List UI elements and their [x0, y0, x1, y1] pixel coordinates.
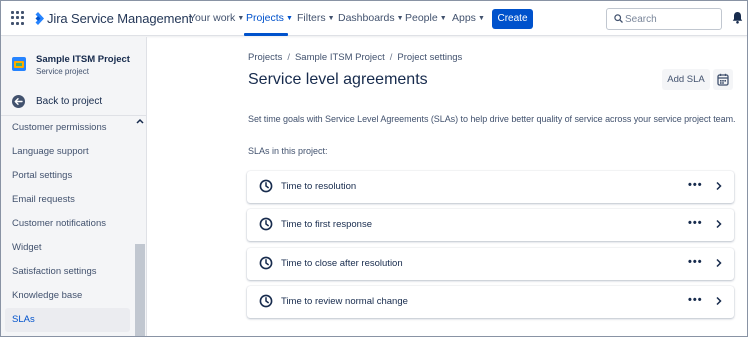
- sla-row-time-to-first-response[interactable]: Time to first response •••: [247, 209, 734, 241]
- breadcrumb-separator: /: [389, 52, 393, 63]
- nav-projects[interactable]: Projects ▼: [246, 12, 293, 24]
- scroll-up-chevron-icon[interactable]: [136, 118, 144, 124]
- sla-row-time-to-review-normal-change[interactable]: Time to review normal change •••: [247, 286, 734, 318]
- sidebar-item-language-support[interactable]: Language support: [5, 140, 130, 164]
- page-description: Set time goals with Service Level Agreem…: [248, 114, 736, 124]
- jira-logo-icon: [35, 12, 44, 25]
- clock-icon: [259, 179, 273, 193]
- sidebar-item-email-requests[interactable]: Email requests: [5, 188, 130, 212]
- search-input[interactable]: [625, 11, 717, 27]
- chevron-down-icon: ▼: [396, 15, 404, 22]
- sidebar-item-customer-notifications[interactable]: Customer notifications: [5, 212, 130, 236]
- more-actions-icon[interactable]: •••: [688, 180, 703, 191]
- main-content: Projects / Sample ITSM Project / Project set…: [148, 37, 747, 336]
- chevron-down-icon: ▼: [285, 15, 293, 22]
- nav-apps[interactable]: Apps ▼: [452, 12, 485, 24]
- sla-name: Time to first response: [281, 219, 372, 230]
- clock-icon: [259, 217, 273, 231]
- sla-name: Time to review normal change: [281, 296, 408, 307]
- product-logo[interactable]: Jira Service Management: [32, 10, 192, 28]
- nav-people[interactable]: People ▼: [405, 12, 447, 24]
- sidebar-item-slas[interactable]: SLAs: [5, 308, 130, 332]
- clock-icon: [259, 294, 273, 308]
- page-title: Service level agreements: [248, 71, 428, 88]
- sidebar-item-knowledge-base[interactable]: Knowledge base: [5, 284, 130, 308]
- breadcrumb-sample-itsm-project[interactable]: Sample ITSM Project: [295, 52, 385, 63]
- sidebar-item-portal-settings[interactable]: Portal settings: [5, 164, 130, 188]
- sidebar-item-satisfaction-settings[interactable]: Satisfaction settings: [5, 260, 130, 284]
- scrollbar-thumb[interactable]: [135, 244, 145, 336]
- chevron-right-icon[interactable]: [715, 296, 722, 306]
- more-actions-icon[interactable]: •••: [688, 218, 703, 229]
- arrow-left-icon: [12, 95, 25, 108]
- chevron-down-icon: ▼: [237, 15, 245, 22]
- search-box[interactable]: [606, 8, 722, 30]
- nav-your-work[interactable]: Your work ▼: [189, 12, 244, 24]
- sla-list-label: SLAs in this project:: [248, 146, 328, 156]
- active-nav-indicator: [244, 33, 288, 36]
- nav-filters[interactable]: Filters ▼: [297, 12, 335, 24]
- project-name: Sample ITSM Project: [36, 54, 130, 65]
- app-window: Jira Service Management Your work ▼ Proje…: [0, 0, 748, 337]
- top-navigation: Jira Service Management Your work ▼ Proje…: [1, 1, 747, 36]
- chevron-down-icon: ▼: [477, 15, 485, 22]
- breadcrumb-projects[interactable]: Projects: [248, 52, 282, 63]
- chevron-right-icon[interactable]: [715, 258, 722, 268]
- nav-dashboards[interactable]: Dashboards ▼: [338, 12, 404, 24]
- calendar-button[interactable]: [713, 69, 733, 90]
- back-to-project-label: Back to project: [36, 96, 103, 107]
- chevron-down-icon: ▼: [327, 15, 335, 22]
- breadcrumb-separator: /: [287, 52, 290, 63]
- chevron-right-icon[interactable]: [715, 181, 722, 191]
- sidebar-item-customer-permissions[interactable]: Customer permissions: [5, 116, 130, 140]
- search-icon: [614, 14, 623, 23]
- product-name: Jira Service Management: [47, 11, 193, 26]
- create-button[interactable]: Create: [492, 9, 533, 29]
- breadcrumb-project-settings[interactable]: Project settings: [397, 52, 462, 63]
- chevron-down-icon: ▼: [439, 15, 447, 22]
- add-sla-button[interactable]: Add SLA: [662, 69, 710, 90]
- more-actions-icon[interactable]: •••: [688, 257, 703, 268]
- sidebar-item-widget[interactable]: Widget: [5, 236, 130, 260]
- more-actions-icon[interactable]: •••: [688, 295, 703, 306]
- chevron-right-icon[interactable]: [715, 219, 722, 229]
- clock-icon: [259, 256, 273, 270]
- notifications-bell-icon[interactable]: [732, 11, 743, 29]
- sidebar-scrollbar[interactable]: [134, 116, 146, 336]
- calendar-icon: [717, 73, 729, 86]
- sla-row-time-to-close-after-resolution[interactable]: Time to close after resolution •••: [247, 248, 734, 280]
- breadcrumb: Projects / Sample ITSM Project / Project set…: [248, 52, 462, 63]
- sla-row-time-to-resolution[interactable]: Time to resolution •••: [247, 171, 734, 203]
- sla-name: Time to close after resolution: [281, 258, 403, 269]
- project-sidebar: Sample ITSM Project Service project Back…: [1, 37, 147, 336]
- sla-name: Time to resolution: [281, 181, 357, 192]
- project-avatar: [12, 57, 26, 71]
- project-type: Service project: [36, 67, 89, 76]
- app-switcher-grid-icon[interactable]: [11, 11, 25, 25]
